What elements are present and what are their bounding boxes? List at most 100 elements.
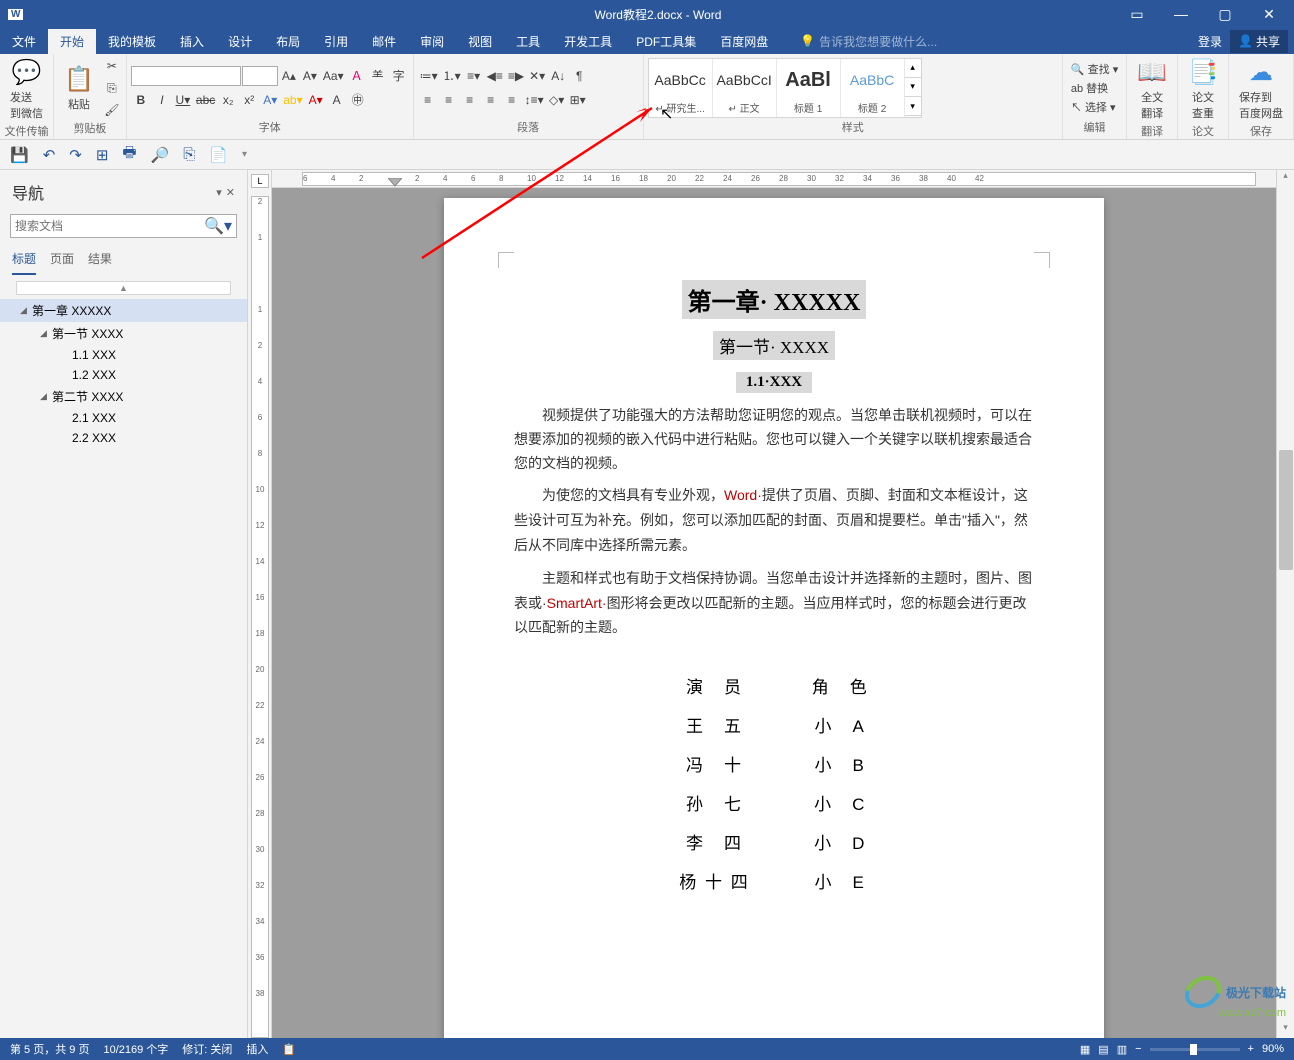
text-effects-icon[interactable]: A▾ [260, 90, 280, 110]
show-marks-icon[interactable]: ¶ [569, 66, 589, 86]
scroll-thumb[interactable] [1279, 450, 1293, 570]
tab-pdf[interactable]: PDF工具集 [624, 29, 708, 54]
tell-me-search[interactable]: 💡 告诉我您想要做什么... [800, 33, 937, 50]
print-preview-icon[interactable]: 🔎 [151, 146, 170, 164]
sort-icon[interactable]: A↓ [548, 66, 568, 86]
align-center-icon[interactable]: ≡ [439, 90, 459, 110]
nav-search-box[interactable]: 🔍▾ [10, 214, 237, 238]
distributed-icon[interactable]: ≡ [502, 90, 522, 110]
align-right-icon[interactable]: ≡ [460, 90, 480, 110]
zoom-level[interactable]: 90% [1262, 1043, 1284, 1055]
font-family-input[interactable] [131, 66, 241, 86]
font-size-input[interactable] [242, 66, 278, 86]
font-color-icon[interactable]: A▾ [306, 90, 326, 110]
view-read-icon[interactable]: ▦ [1080, 1043, 1090, 1056]
tree-item[interactable]: ◢第一节 XXXX [0, 322, 247, 345]
share-button[interactable]: 👤 共享 [1230, 30, 1288, 53]
tab-layout[interactable]: 布局 [264, 29, 312, 54]
tab-review[interactable]: 审阅 [408, 29, 456, 54]
vertical-scrollbar[interactable]: ▴ ▾ [1276, 170, 1294, 1038]
style-item[interactable]: AaBbCc↵ 研究生... [649, 59, 713, 117]
document-scroll[interactable]: 第一章· XXXXX 第一节· XXXX 1.1·XXX 视频提供了功能强大的方… [272, 188, 1276, 1038]
justify-icon[interactable]: ≡ [481, 90, 501, 110]
send-wechat-button[interactable]: 💬 发送 到微信 [4, 56, 49, 123]
read-mode-icon[interactable]: 📄 [209, 146, 228, 164]
multilevel-icon[interactable]: ≡▾ [464, 66, 484, 86]
indent-marker-icon[interactable] [388, 178, 402, 188]
format-painter-icon[interactable]: 🖌 [102, 100, 122, 120]
subscript-button[interactable]: x₂ [218, 90, 238, 110]
italic-button[interactable]: I [152, 90, 172, 110]
tab-mailings[interactable]: 邮件 [360, 29, 408, 54]
grow-font-icon[interactable]: A▴ [279, 66, 299, 86]
change-case-icon[interactable]: Aa▾ [321, 66, 346, 86]
login-link[interactable]: 登录 [1198, 33, 1222, 50]
save-icon[interactable]: 💾 [10, 146, 29, 164]
tab-file[interactable]: 文件 [0, 29, 48, 54]
enclose-char-icon[interactable]: ㊥ [348, 90, 368, 110]
tab-baidu[interactable]: 百度网盘 [708, 29, 780, 54]
borders-icon[interactable]: ⊞▾ [568, 90, 588, 110]
shading-icon[interactable]: ◇▾ [547, 90, 567, 110]
phonetic-icon[interactable]: ⺷ [368, 66, 388, 86]
tab-tools[interactable]: 工具 [504, 29, 552, 54]
asian-layout-icon[interactable]: ✕▾ [527, 66, 547, 86]
highlight-icon[interactable]: ab▾ [281, 90, 304, 110]
decrease-indent-icon[interactable]: ◀≡ [485, 66, 505, 86]
close-icon[interactable]: ✕ [1248, 0, 1290, 28]
maximize-icon[interactable]: ▢ [1204, 0, 1246, 28]
increase-indent-icon[interactable]: ≡▶ [506, 66, 526, 86]
line-spacing-icon[interactable]: ↕≡▾ [523, 90, 546, 110]
tree-item[interactable]: 1.2 XXX [0, 365, 247, 385]
paste-button[interactable]: 📋 粘贴 [58, 63, 100, 114]
table-icon[interactable]: ⊞ [96, 146, 109, 164]
style-gallery[interactable]: AaBbCc↵ 研究生... AaBbCcI↵ 正文 AaBl标题 1 AaBb… [648, 58, 922, 118]
tree-item[interactable]: 2.1 XXX [0, 408, 247, 428]
tree-item[interactable]: ◢第一章 XXXXX [0, 299, 247, 322]
nav-search-input[interactable] [15, 219, 204, 233]
copy-icon[interactable]: ⎘ [102, 78, 122, 98]
tab-mytemplate[interactable]: 我的模板 [96, 29, 168, 54]
tab-references[interactable]: 引用 [312, 29, 360, 54]
tab-developer[interactable]: 开发工具 [552, 29, 624, 54]
style-item[interactable]: AaBl标题 1 [777, 59, 841, 117]
status-track[interactable]: 修订: 关闭 [182, 1041, 232, 1057]
status-page[interactable]: 第 5 页，共 9 页 [10, 1041, 89, 1057]
numbering-icon[interactable]: ⒈▾ [441, 66, 463, 86]
nav-tab-pages[interactable]: 页面 [50, 250, 74, 275]
bold-button[interactable]: B [131, 90, 151, 110]
shrink-font-icon[interactable]: A▾ [300, 66, 320, 86]
style-item[interactable]: AaBbC标题 2 [841, 59, 905, 117]
status-insert[interactable]: 插入 [246, 1041, 268, 1057]
qat-more-icon[interactable]: ▾ [242, 149, 247, 160]
minimize-icon[interactable]: — [1160, 0, 1202, 28]
find-button[interactable]: 🔍 查找 ▾ [1071, 61, 1118, 77]
strike-button[interactable]: abc [194, 90, 217, 110]
superscript-button[interactable]: x² [239, 90, 259, 110]
baidu-save-button[interactable]: ☁保存到 百度网盘 [1233, 56, 1289, 123]
tab-design[interactable]: 设计 [216, 29, 264, 54]
tree-item[interactable]: ◢第二节 XXXX [0, 385, 247, 408]
zoom-out-icon[interactable]: − [1135, 1043, 1141, 1055]
style-scroll[interactable]: ▴▾▾ [905, 59, 921, 117]
view-web-icon[interactable]: ▥ [1117, 1043, 1127, 1056]
bullets-icon[interactable]: ≔▾ [418, 66, 440, 86]
tab-home[interactable]: 开始 [48, 29, 96, 54]
style-item[interactable]: AaBbCcI↵ 正文 [713, 59, 777, 117]
translate-button[interactable]: 📖全文 翻译 [1131, 56, 1173, 123]
tab-view[interactable]: 视图 [456, 29, 504, 54]
view-print-icon[interactable]: ▤ [1098, 1043, 1108, 1056]
cut-icon[interactable]: ✂ [102, 56, 122, 76]
tab-insert[interactable]: 插入 [168, 29, 216, 54]
char-shading-icon[interactable]: A [327, 90, 347, 110]
new-doc-icon[interactable]: ⎘ [183, 146, 195, 163]
search-icon[interactable]: 🔍▾ [204, 216, 232, 236]
nav-dropdown-icon[interactable]: ▾ [216, 186, 222, 199]
zoom-slider[interactable] [1150, 1048, 1240, 1051]
nav-tab-results[interactable]: 结果 [88, 250, 112, 275]
status-lang-icon[interactable]: 📋 [282, 1043, 296, 1056]
clear-format-icon[interactable]: Ａ [347, 66, 367, 86]
nav-close-icon[interactable]: ✕ [226, 186, 235, 199]
docsearch-button[interactable]: 📑论文 查重 [1182, 56, 1224, 123]
tree-item[interactable]: 2.2 XXX [0, 428, 247, 448]
